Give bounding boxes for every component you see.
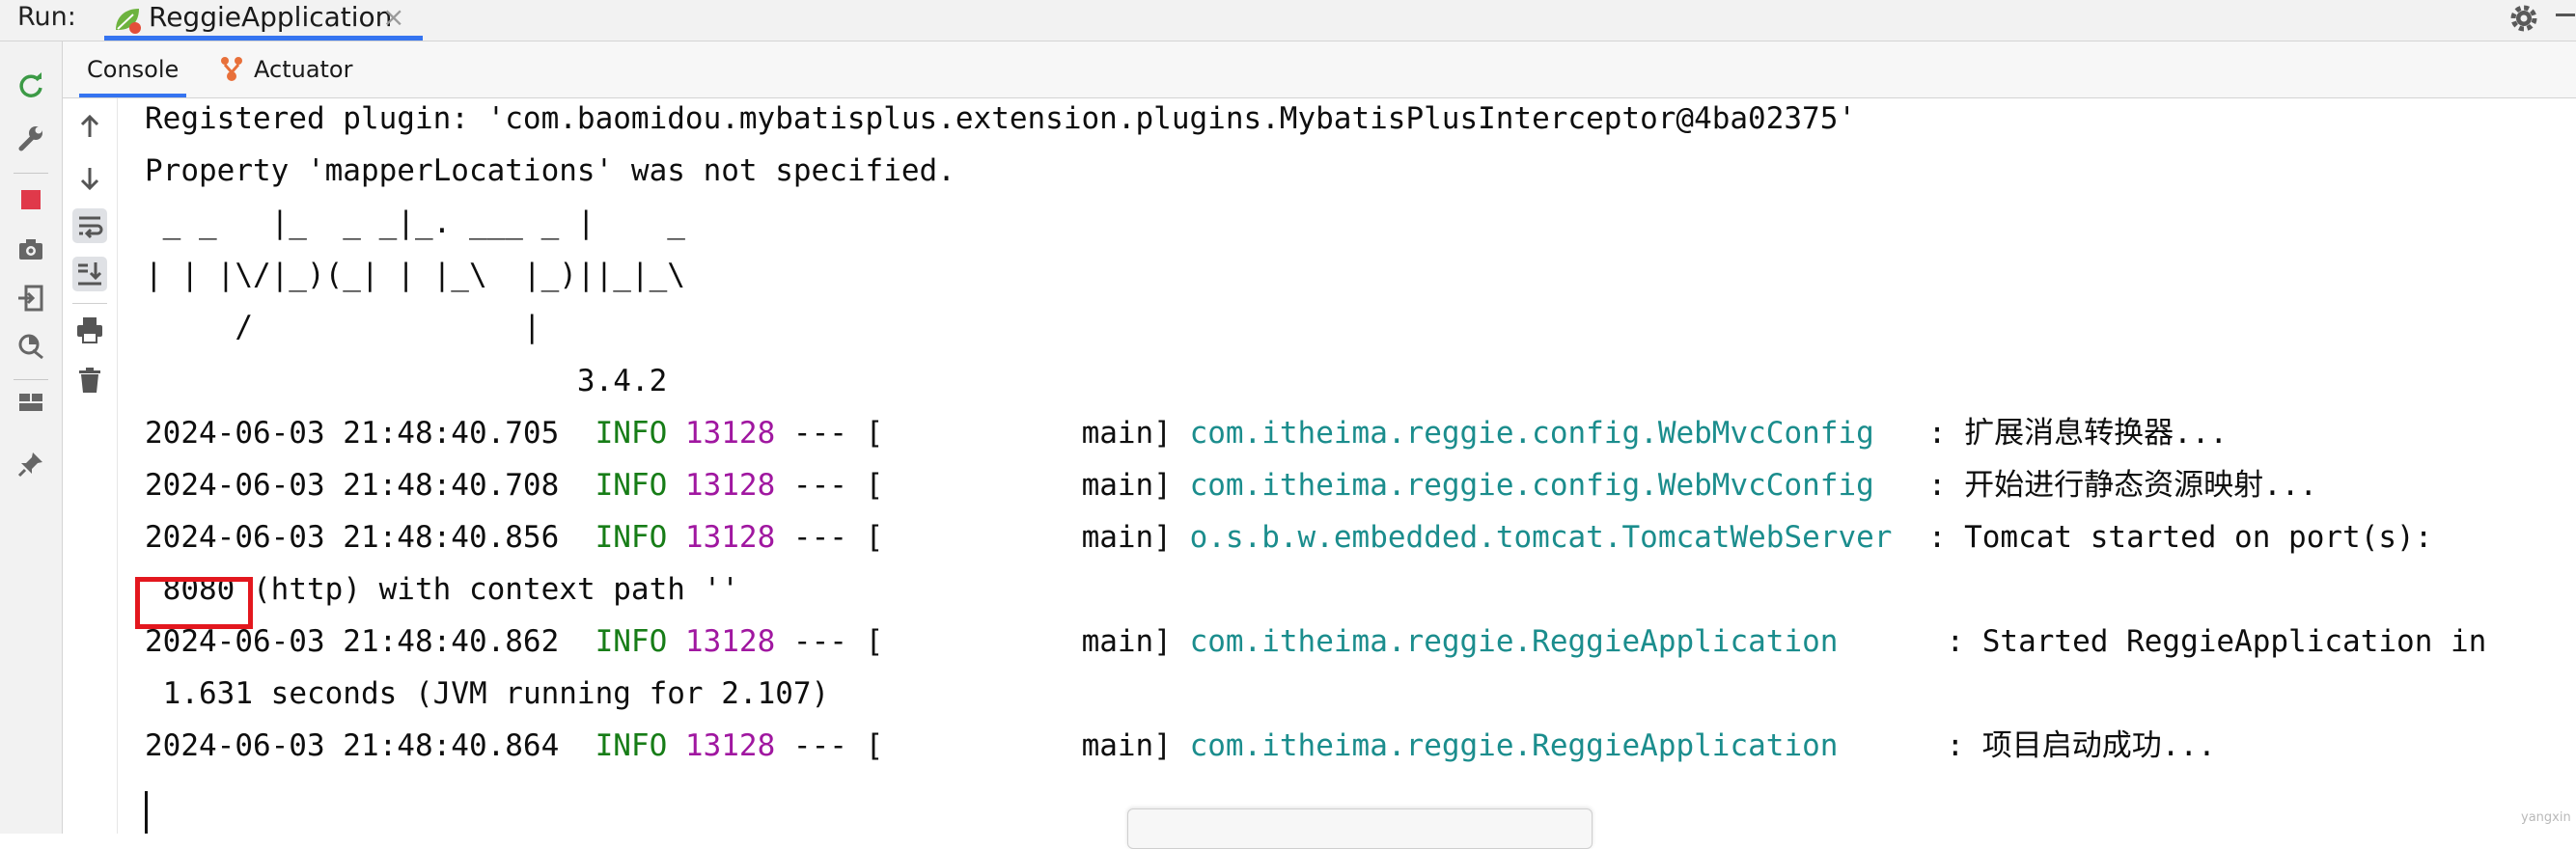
soft-wrap-button[interactable] (72, 208, 107, 243)
log-continuation-line: 1.631 seconds (JVM running for 2.107) (145, 668, 830, 720)
soft-wrap-icon (79, 216, 103, 239)
mybatis-banner-line: / | (145, 310, 541, 344)
active-tab-indicator (104, 36, 423, 41)
actuator-icon (221, 57, 242, 81)
pin-icon[interactable] (15, 449, 46, 479)
run-tab-reggieapplication[interactable]: ReggieApplication × (104, 0, 423, 41)
log-line: 2024-06-03 21:48:40.856 INFO 13128 --- [… (145, 511, 2432, 563)
log-level: INFO (595, 728, 668, 763)
log-separator: --- [ (792, 520, 884, 555)
log-pid: 13128 (684, 728, 776, 763)
log-continuation: 1.631 seconds (JVM running for 2.107) (162, 676, 830, 711)
log-thread: main] (1081, 520, 1172, 555)
log-pid: 13128 (684, 468, 776, 503)
log-logger-link[interactable]: com.itheima.reggie.config.WebMvcConfig (1190, 416, 1874, 451)
trash-icon[interactable] (72, 363, 107, 397)
log-separator: --- [ (792, 468, 884, 503)
log-logger-link[interactable]: com.itheima.reggie.config.WebMvcConfig (1190, 468, 1874, 503)
stop-icon[interactable] (15, 184, 46, 215)
log-separator: --- [ (792, 624, 884, 659)
scroll-to-end-icon (78, 262, 102, 286)
log-timestamp: 2024-06-03 21:48:40.862 (145, 624, 560, 659)
log-line: 2024-06-03 21:48:40.705 INFO 13128 --- [… (145, 407, 2228, 459)
log-pid: 13128 (684, 624, 776, 659)
console-line: Property 'mapperLocations' was not speci… (145, 153, 956, 188)
mybatis-banner-line: | | |\/|_)(_| | |_\ |_)||_|_\ (145, 258, 685, 292)
log-message: : Started ReggieApplication in (1946, 624, 2487, 659)
wrench-icon[interactable] (15, 123, 46, 153)
log-message: : Tomcat started on port(s): (1927, 520, 2433, 555)
mybatis-banner-line: _ _ |_ _ _|_. ___ _ | _ (145, 205, 685, 240)
log-message: : 项目启动成功... (1946, 728, 2216, 763)
log-level: INFO (595, 624, 668, 659)
run-label: Run: (17, 2, 76, 32)
scroll-up-icon[interactable] (72, 110, 107, 145)
close-icon[interactable]: × (382, 0, 404, 35)
bottom-popup[interactable] (1127, 808, 1593, 849)
run-tab-title: ReggieApplication (149, 1, 393, 33)
log-message: : 开始进行静态资源映射... (1927, 468, 2318, 503)
text-cursor (145, 791, 148, 834)
log-line: 2024-06-03 21:48:40.864 INFO 13128 --- [… (145, 720, 2216, 772)
log-separator: --- [ (792, 728, 884, 763)
spring-leaf-icon (116, 9, 141, 34)
gutter-separator (14, 173, 48, 174)
log-thread: main] (1081, 468, 1172, 503)
log-timestamp: 2024-06-03 21:48:40.705 (145, 416, 560, 451)
log-level: INFO (595, 520, 668, 555)
log-message: : 扩展消息转换器... (1927, 416, 2229, 451)
exit-icon[interactable] (15, 283, 46, 314)
print-icon[interactable] (72, 313, 107, 347)
tab-console-label: Console (87, 56, 180, 83)
log-separator: --- [ (792, 416, 884, 451)
log-thread: main] (1081, 728, 1172, 763)
layout-icon[interactable] (15, 387, 46, 418)
console-action-strip (63, 98, 118, 834)
minimize-icon[interactable] (2556, 14, 2575, 16)
log-pid: 13128 (684, 520, 776, 555)
run-toolbar: Run: ReggieApplication × (0, 0, 2576, 41)
console-output[interactable]: Registered plugin: 'com.baomidou.mybatis… (118, 85, 2569, 834)
run-gutter-toolbar (0, 41, 63, 834)
gutter-separator (14, 379, 48, 380)
camera-icon[interactable] (15, 234, 46, 265)
log-logger-link[interactable]: com.itheima.reggie.ReggieApplication (1190, 728, 1839, 763)
log-thread: main] (1081, 416, 1172, 451)
rerun-icon[interactable] (15, 70, 46, 101)
log-continuation: (http) with context path '' (253, 572, 739, 607)
tab-actuator-label: Actuator (254, 56, 353, 83)
scroll-to-end-button[interactable] (72, 257, 107, 291)
log-level: INFO (595, 416, 668, 451)
log-timestamp: 2024-06-03 21:48:40.856 (145, 520, 560, 555)
log-timestamp: 2024-06-03 21:48:40.708 (145, 468, 560, 503)
log-line: 2024-06-03 21:48:40.862 INFO 13128 --- [… (145, 616, 2486, 668)
watermark: yangxin (2521, 810, 2571, 825)
log-level: INFO (595, 468, 668, 503)
log-pid: 13128 (684, 416, 776, 451)
log-logger-link[interactable]: com.itheima.reggie.ReggieApplication (1190, 624, 1839, 659)
console-line: Registered plugin: 'com.baomidou.mybatis… (145, 101, 1857, 136)
log-timestamp: 2024-06-03 21:48:40.864 (145, 728, 560, 763)
coverage-icon[interactable] (15, 331, 46, 362)
mybatis-version-line: 3.4.2 (145, 364, 668, 398)
log-thread: main] (1081, 624, 1172, 659)
strip-separator (72, 303, 107, 304)
scroll-down-icon[interactable] (72, 160, 107, 195)
gear-icon[interactable] (2507, 2, 2540, 35)
log-logger-link[interactable]: o.s.b.w.embedded.tomcat.TomcatWebServer (1190, 520, 1893, 555)
log-line: 2024-06-03 21:48:40.708 INFO 13128 --- [… (145, 459, 2317, 511)
